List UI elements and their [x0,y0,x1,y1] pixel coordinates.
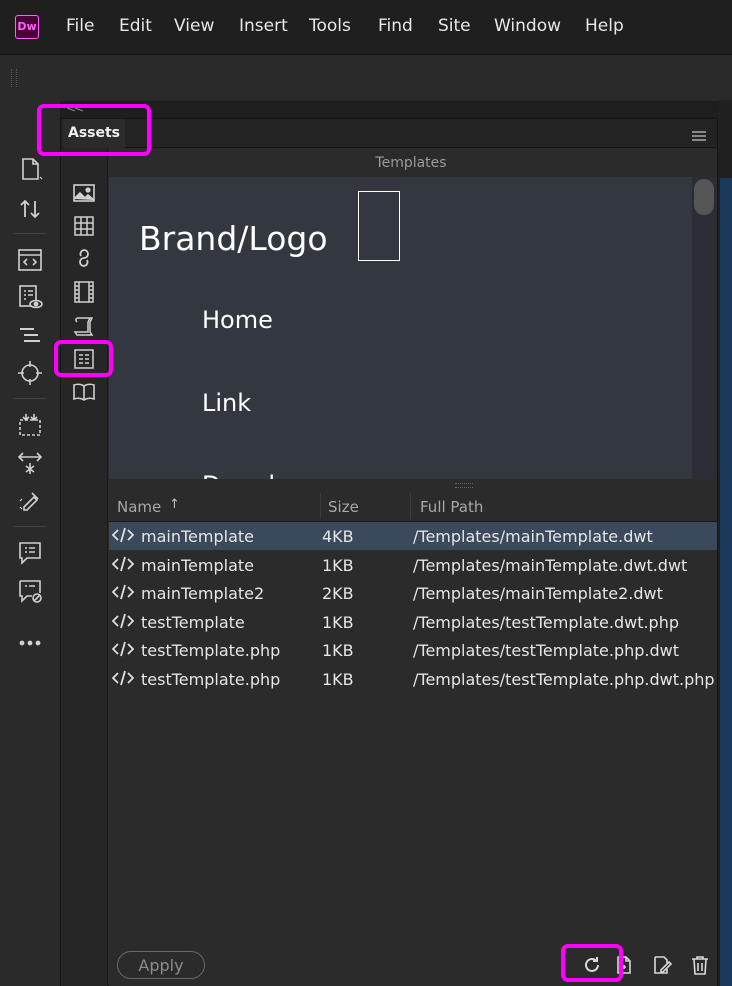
left-toolbar [0,100,60,986]
panel-bottom-bar: Apply [109,949,717,986]
panel-splitter[interactable] [109,479,717,491]
toolbar-separator [14,526,46,527]
column-size[interactable]: Size [328,498,359,516]
sort-ascending-icon[interactable]: ↑ [169,497,180,512]
row-path: /Templates/testTemplate.php.dwt.php [413,670,715,689]
menu-window[interactable]: Window [494,16,561,36]
preview-scrollbar-thumb[interactable] [694,179,714,215]
collapse-panel-icon[interactable]: << [66,101,84,115]
preview-nav-link: Link [202,389,252,417]
menu-file[interactable]: File [66,16,94,36]
table-row[interactable]: testTemplate 1KB/Templates/testTemplate.d… [109,608,717,636]
row-path: /Templates/testTemplate.dwt.php [413,612,679,632]
menu-bar: Dw File Edit View Insert Tools Find Site… [0,0,732,54]
menu-insert[interactable]: Insert [239,16,288,36]
preview-title: Templates [375,155,447,171]
colors-icon[interactable] [72,214,96,238]
document-toolbar [0,54,732,101]
preview-nav-dropdown: Dropdown [202,471,325,479]
row-name: testTemplate.php [141,670,281,689]
menu-site[interactable]: Site [438,16,471,36]
file-transfer-icon[interactable] [16,195,44,223]
comment-disabled-icon[interactable] [16,577,44,605]
asset-category-bar [61,148,108,986]
resize-icon[interactable] [16,449,44,477]
dreamweaver-logo: Dw [15,15,39,39]
code-view-icon[interactable] [16,246,44,274]
row-name: mainTemplate [141,527,254,546]
table-row[interactable]: testTemplate.php 1KB/Templates/testTempla… [109,636,717,664]
code-file-icon [112,555,134,573]
live-view-icon[interactable] [16,283,44,311]
row-path: /Templates/mainTemplate.dwt [413,527,653,546]
table-row[interactable]: testTemplate.php 1KB/Templates/testTempla… [109,665,717,693]
templates-icon[interactable] [72,347,96,371]
table-header: Name ↑ Size Full Path [109,491,717,522]
row-name: testTemplate [141,612,245,632]
preview-scrollbar[interactable] [692,177,717,479]
menu-view[interactable]: View [174,16,214,36]
toolbar-separator [14,398,46,399]
code-file-icon [112,526,134,544]
menu-edit[interactable]: Edit [119,16,152,36]
code-file-icon [112,640,134,658]
row-size: 4KB [322,527,354,546]
images-icon[interactable] [72,181,96,205]
code-file-icon [112,612,134,630]
target-icon[interactable] [16,359,44,387]
splitter-grip[interactable] [455,483,473,488]
apply-button[interactable]: Apply [117,951,205,979]
urls-icon[interactable] [72,247,96,271]
menu-tools[interactable]: Tools [309,16,351,36]
library-icon[interactable] [72,380,96,404]
trash-icon[interactable] [689,954,711,976]
preview-nav-home: Home [202,306,273,334]
select-region-icon[interactable] [16,411,44,439]
column-divider[interactable] [410,493,411,519]
table-row[interactable]: mainTemplate2 2KB/Templates/mainTemplate2… [109,579,717,607]
assets-tab[interactable]: Assets [63,119,125,148]
row-path: /Templates/testTemplate.php.dwt [413,641,679,661]
code-file-icon [112,583,134,601]
template-preview: Brand/Logo Home Link Dropdown [109,177,692,479]
toolbar-separator [14,233,46,234]
preview-brand: Brand/Logo [139,219,328,258]
panel-header: Assets [61,119,717,148]
column-divider[interactable] [320,493,321,519]
code-file-icon [112,669,134,687]
templates-table: Name ↑ Size Full Path mainTemplate 4KB/Te… [109,491,717,949]
edit-icon[interactable] [651,954,673,976]
assets-panel: Assets Templates Brand/Logo Home Link Na… [60,118,718,986]
preview-placeholder-box [358,191,400,261]
row-name: mainTemplate2 [141,584,265,604]
toolbar-grip[interactable] [11,69,17,87]
more-icon[interactable] [16,629,44,657]
row-name: mainTemplate [141,555,254,575]
row-path: /Templates/mainTemplate2.dwt [413,584,663,604]
row-size: 1KB [322,612,354,632]
panel-menu-icon[interactable] [691,127,707,141]
row-path: /Templates/mainTemplate.dwt.dwt [413,555,688,575]
media-icon[interactable] [72,280,96,304]
new-template-icon[interactable] [613,954,635,976]
row-size: 1KB [322,641,354,661]
column-full-path[interactable]: Full Path [420,498,483,516]
row-size: 2KB [322,584,354,604]
refresh-icon[interactable] [581,954,603,976]
comment-icon[interactable] [16,539,44,567]
menu-find[interactable]: Find [378,16,413,36]
column-name[interactable]: Name [117,498,161,516]
right-dock-accent [720,178,732,986]
row-size: 1KB [322,555,354,575]
new-document-icon[interactable] [16,155,44,183]
menu-help[interactable]: Help [585,16,624,36]
scripts-icon[interactable] [72,314,96,338]
edit-more-icon[interactable] [16,487,44,515]
row-size: 1KB [322,670,354,689]
row-name: testTemplate.php [141,641,281,661]
dom-panel-icon[interactable] [16,321,44,349]
table-row[interactable]: mainTemplate 1KB/Templates/mainTemplate.d… [109,551,717,579]
table-row[interactable]: mainTemplate 4KB/Templates/mainTemplate.d… [109,522,717,550]
